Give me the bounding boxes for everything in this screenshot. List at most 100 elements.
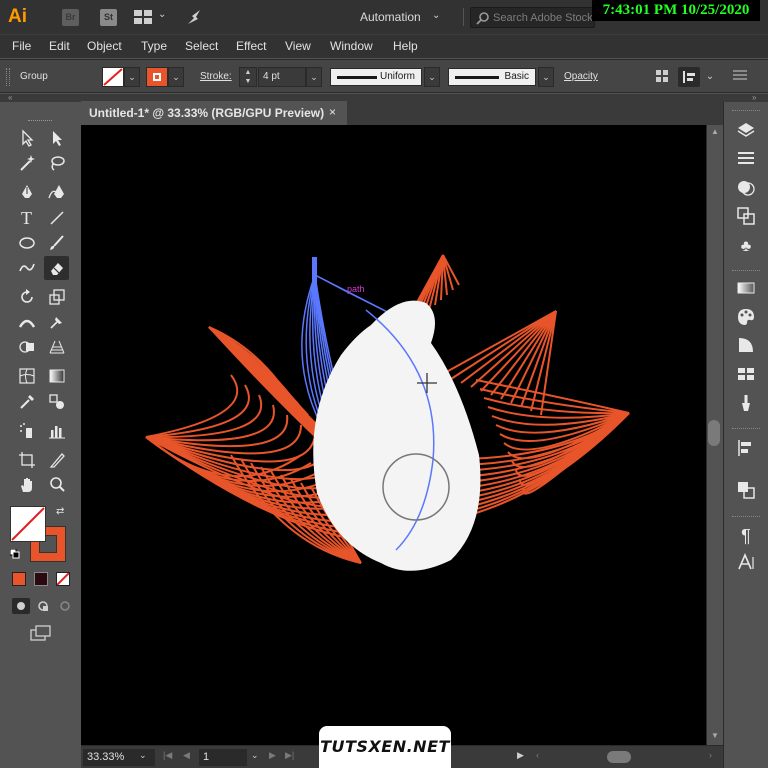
screen-mode-icon[interactable]: [30, 624, 52, 642]
transform-icon[interactable]: [734, 206, 758, 230]
panel-menu-icon[interactable]: [732, 69, 748, 85]
align-options-icon[interactable]: [654, 69, 670, 85]
menu-effect[interactable]: Effect: [236, 39, 266, 53]
paragraph-icon[interactable]: ¶: [734, 524, 758, 548]
appearance-icon[interactable]: [734, 178, 758, 202]
eyedropper-tool-icon[interactable]: [14, 390, 39, 414]
menu-edit[interactable]: Edit: [49, 39, 70, 53]
perspective-grid-tool-icon[interactable]: [44, 335, 69, 359]
arrange-documents-icon[interactable]: [133, 9, 153, 25]
color-mode-button[interactable]: [12, 572, 26, 586]
status-menu-icon[interactable]: ▶: [517, 750, 524, 761]
first-artboard-icon[interactable]: |◀: [163, 750, 172, 761]
selection-tool-icon[interactable]: [14, 126, 39, 150]
vertical-scroll-thumb[interactable]: [708, 420, 720, 446]
gradient-mode-button[interactable]: [34, 572, 48, 586]
fill-dropdown-chevron-icon[interactable]: ⌄: [124, 67, 140, 87]
adobe-stock-search[interactable]: [470, 7, 595, 28]
fill-swatch-none[interactable]: [102, 67, 124, 87]
zoom-tool-icon[interactable]: [44, 473, 69, 497]
scale-tool-icon[interactable]: [44, 285, 69, 309]
menu-type[interactable]: Type: [141, 39, 167, 53]
pathfinder-icon[interactable]: [734, 480, 758, 504]
direct-selection-tool-icon[interactable]: [44, 126, 69, 150]
mesh-tool-icon[interactable]: [14, 364, 39, 388]
brushes-icon[interactable]: [734, 393, 758, 417]
control-bar-grip[interactable]: [6, 68, 10, 86]
menu-view[interactable]: View: [285, 39, 311, 53]
curvature-tool-icon[interactable]: [44, 180, 69, 204]
document-tab[interactable]: Untitled-1* @ 33.33% (RGB/GPU Preview) ×: [81, 101, 347, 125]
scroll-left-icon[interactable]: ‹: [536, 750, 539, 760]
none-mode-button[interactable]: [56, 572, 70, 586]
slice-tool-icon[interactable]: [44, 448, 69, 472]
layers-icon[interactable]: [734, 120, 758, 144]
swap-fill-stroke-icon[interactable]: ⇄: [56, 506, 64, 517]
scroll-right-icon[interactable]: ›: [709, 750, 712, 760]
free-transform-tool-icon[interactable]: [44, 310, 69, 334]
scroll-down-icon[interactable]: ▼: [711, 731, 719, 740]
draw-normal-icon[interactable]: [12, 598, 30, 614]
transparency-icon[interactable]: [734, 335, 758, 359]
workspace-chevron-icon[interactable]: ⌄: [432, 10, 440, 21]
zoom-chevron-icon[interactable]: ⌄: [139, 750, 147, 761]
symbol-sprayer-tool-icon[interactable]: [14, 419, 39, 443]
color-panel-icon[interactable]: [734, 307, 758, 331]
gpu-performance-icon[interactable]: [184, 6, 206, 28]
control-bar-chevron-icon[interactable]: ⌄: [702, 69, 718, 85]
variable-width-profile[interactable]: Uniform: [330, 68, 422, 86]
lotus-artwork[interactable]: path: [81, 125, 706, 745]
brush-definition[interactable]: Basic: [448, 68, 536, 86]
fill-indicator[interactable]: [10, 506, 46, 542]
stroke-label[interactable]: Stroke:: [200, 71, 232, 82]
stroke-weight-chevron-icon[interactable]: ⌄: [306, 67, 322, 87]
pen-tool-icon[interactable]: [14, 180, 39, 204]
type-tool-icon[interactable]: T: [14, 206, 39, 230]
eraser-tool-icon[interactable]: [44, 256, 69, 280]
workspace-switcher[interactable]: Automation: [360, 10, 421, 24]
next-artboard-icon[interactable]: ▶: [269, 750, 276, 761]
line-segment-tool-icon[interactable]: [44, 206, 69, 230]
previous-artboard-icon[interactable]: ◀: [183, 750, 190, 761]
blend-tool-icon[interactable]: [44, 390, 69, 414]
menu-file[interactable]: File: [12, 39, 31, 53]
gradient-tool-icon[interactable]: [44, 364, 69, 388]
collapse-dock-icon[interactable]: »: [752, 93, 756, 102]
scroll-up-icon[interactable]: ▲: [711, 127, 719, 136]
profile-chevron-icon[interactable]: ⌄: [424, 67, 440, 87]
stock-icon[interactable]: St: [100, 9, 117, 26]
opacity-label[interactable]: Opacity: [564, 71, 598, 82]
gradient-panel-icon[interactable]: [734, 278, 758, 302]
toolbar-grip[interactable]: [28, 120, 52, 122]
hand-tool-icon[interactable]: [14, 473, 39, 497]
align-icon[interactable]: [734, 438, 758, 462]
search-input[interactable]: [493, 10, 593, 25]
close-tab-icon[interactable]: ×: [329, 105, 336, 119]
draw-inside-icon[interactable]: [56, 598, 74, 614]
symbols-icon[interactable]: ♣: [734, 235, 758, 259]
collapse-toolbar-icon[interactable]: «: [8, 93, 12, 102]
menu-window[interactable]: Window: [330, 39, 373, 53]
default-fill-stroke-icon[interactable]: [9, 548, 20, 559]
arrange-chevron-icon[interactable]: ⌄: [158, 9, 166, 20]
artboard-number-field[interactable]: 1: [199, 749, 247, 766]
lasso-tool-icon[interactable]: [44, 151, 69, 175]
stroke-weight-field[interactable]: 4 pt: [258, 67, 306, 87]
swatches-icon[interactable]: [734, 364, 758, 388]
horizontal-scroll-thumb[interactable]: [607, 751, 631, 763]
shape-builder-tool-icon[interactable]: [14, 335, 39, 359]
last-artboard-icon[interactable]: ▶|: [285, 750, 294, 761]
menu-help[interactable]: Help: [393, 39, 418, 53]
anchor-handle[interactable]: [312, 257, 317, 287]
menu-object[interactable]: Object: [87, 39, 122, 53]
artboard-canvas[interactable]: path: [81, 125, 706, 745]
brush-chevron-icon[interactable]: ⌄: [538, 67, 554, 87]
width-tool-icon[interactable]: [14, 310, 39, 334]
column-graph-tool-icon[interactable]: [44, 419, 69, 443]
ellipse-tool-icon[interactable]: [14, 231, 39, 255]
stroke-dropdown-chevron-icon[interactable]: ⌄: [168, 67, 184, 87]
stroke-weight-stepper[interactable]: ▲ ▼: [239, 67, 257, 87]
shaper-tool-icon[interactable]: [14, 256, 39, 280]
artboard-chevron-icon[interactable]: ⌄: [251, 750, 259, 761]
bridge-icon[interactable]: Br: [62, 9, 79, 26]
